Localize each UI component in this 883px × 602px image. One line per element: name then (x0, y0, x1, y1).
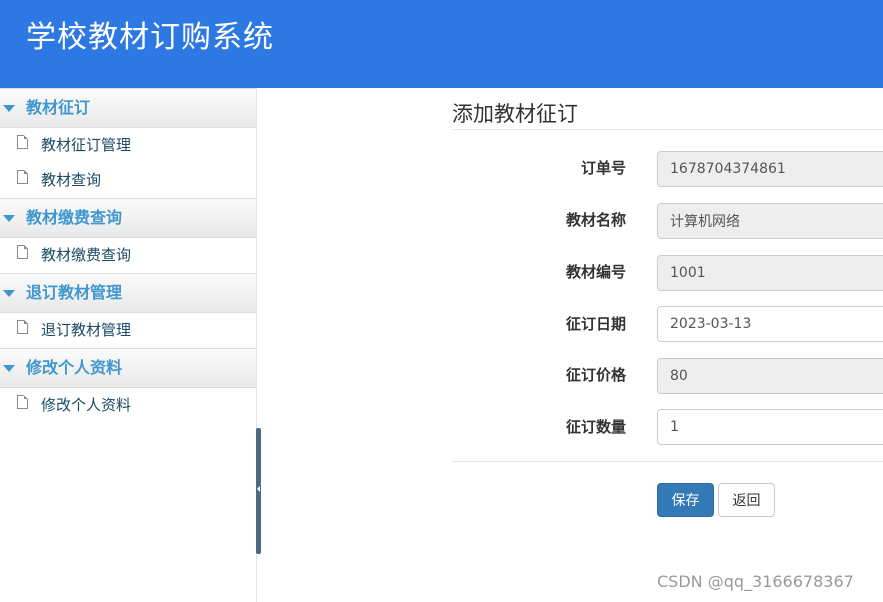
caret-down-icon (3, 105, 15, 112)
caret-down-icon (3, 215, 15, 222)
order-price-field[interactable] (657, 358, 883, 394)
order-number-label: 订单号 (580, 159, 626, 177)
sidebar-item-textbook-query[interactable]: 教材查询 (0, 163, 256, 198)
sidebar-item-label: 教材缴费查询 (41, 246, 132, 264)
divider (452, 129, 883, 130)
sidebar-group-title: 修改个人资料 (26, 358, 123, 377)
sidebar-group-payment-query[interactable]: 教材缴费查询 (0, 198, 256, 238)
sidebar-group-title: 教材缴费查询 (26, 208, 123, 227)
sidebar-item-label: 教材征订管理 (41, 136, 132, 154)
caret-down-icon (3, 290, 15, 297)
textbook-name-field[interactable] (657, 203, 883, 239)
sidebar-item-label: 教材查询 (41, 171, 102, 189)
order-date-label: 征订日期 (565, 315, 626, 333)
document-icon (17, 320, 28, 334)
back-button[interactable]: 返回 (718, 483, 775, 517)
app-header: 学校教材订购系统 (0, 0, 883, 88)
document-icon (17, 170, 28, 184)
sidebar-group-profile[interactable]: 修改个人资料 (0, 348, 256, 388)
sidebar-group-cancel-order[interactable]: 退订教材管理 (0, 273, 256, 313)
order-quantity-field[interactable] (657, 409, 883, 445)
document-icon (17, 395, 28, 409)
sidebar-item-cancel-order[interactable]: 退订教材管理 (0, 313, 256, 348)
textbook-code-field[interactable] (657, 255, 883, 291)
sidebar: 教材征订 教材征订管理 教材查询 教材缴费查询 教材缴费查询 退订教材管理 退订… (0, 88, 257, 602)
sidebar-item-payment-query[interactable]: 教材缴费查询 (0, 238, 256, 273)
document-icon (17, 245, 28, 259)
app-title: 学校教材订购系统 (26, 20, 274, 55)
textbook-code-label: 教材编号 (565, 263, 626, 281)
order-date-field[interactable] (657, 306, 883, 342)
sidebar-item-edit-profile[interactable]: 修改个人资料 (0, 388, 256, 423)
document-icon (17, 135, 28, 149)
sidebar-item-order-management[interactable]: 教材征订管理 (0, 128, 256, 163)
divider (452, 461, 883, 462)
order-quantity-label: 征订数量 (565, 418, 626, 436)
order-price-label: 征订价格 (565, 366, 626, 384)
order-number-field[interactable] (657, 151, 883, 187)
caret-down-icon (3, 365, 15, 372)
sidebar-group-title: 退订教材管理 (26, 283, 123, 302)
sidebar-item-label: 修改个人资料 (41, 396, 132, 414)
sidebar-item-label: 退订教材管理 (41, 321, 132, 339)
textbook-name-label: 教材名称 (565, 211, 626, 229)
sidebar-group-textbook-order[interactable]: 教材征订 (0, 88, 256, 128)
sidebar-group-title: 教材征订 (26, 98, 91, 117)
watermark: CSDN @qq_3166678367 (657, 572, 854, 591)
collapse-arrow-icon (257, 486, 260, 492)
save-button[interactable]: 保存 (657, 483, 714, 517)
page-title: 添加教材征订 (452, 102, 578, 126)
